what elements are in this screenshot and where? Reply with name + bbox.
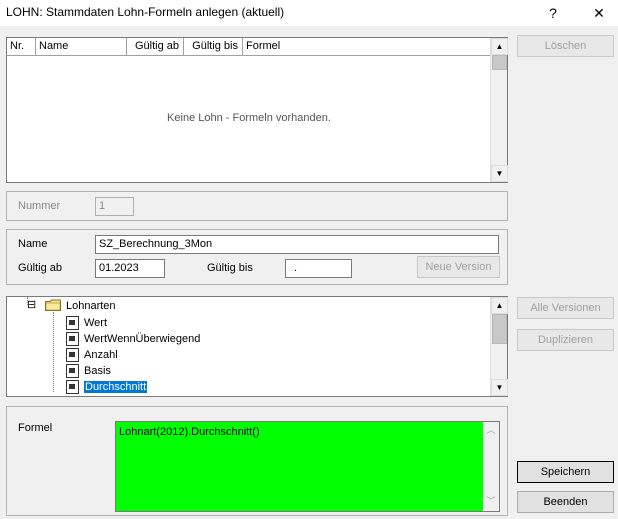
scroll-up-chevron-icon[interactable]: ︿ <box>483 423 499 438</box>
formula-editor[interactable]: Lohnart(2012).Durchschnitt() ︿ ﹀ <box>115 421 500 512</box>
formula-scrollbar[interactable]: ︿ ﹀ <box>483 422 499 511</box>
close-dialog-button[interactable]: Beenden <box>517 491 614 513</box>
window-title: LOHN: Stammdaten Lohn-Formeln anlegen (a… <box>6 5 285 19</box>
tree-item[interactable]: Basis <box>66 363 111 379</box>
tree-root-lohnarten[interactable]: Lohnarten <box>66 298 116 314</box>
gueltig-bis-field[interactable]: . <box>285 259 352 278</box>
scroll-up-arrow-icon[interactable]: ▲ <box>491 38 508 55</box>
all-versions-button[interactable]: Alle Versionen <box>517 297 614 319</box>
gueltig-ab-label: Gültig ab <box>18 262 63 274</box>
tree-item[interactable]: Wert <box>66 315 107 331</box>
column-header-gueltig-ab[interactable]: Gültig ab <box>127 38 184 56</box>
column-header-gueltig-bis[interactable]: Gültig bis <box>184 38 243 56</box>
nummer-field[interactable]: 1 <box>95 197 134 216</box>
formel-label: Formel <box>18 422 53 434</box>
column-header-name[interactable]: Name <box>36 38 127 56</box>
nummer-label: Nummer <box>18 200 61 212</box>
folder-icon <box>45 299 61 311</box>
name-label: Name <box>18 238 48 250</box>
tree-item[interactable]: WertWennÜberwiegend <box>66 331 200 347</box>
save-button[interactable]: Speichern <box>517 461 614 483</box>
empty-list-message: Keine Lohn - Formeln vorhanden. <box>167 112 331 124</box>
new-version-button[interactable]: Neue Version <box>417 256 500 278</box>
lohnarten-tree[interactable]: ⊟ Lohnarten Wert WertWennÜberwiegend Anz… <box>6 296 508 397</box>
column-header-nr[interactable]: Nr. <box>7 38 36 56</box>
help-button[interactable]: ? <box>543 3 563 23</box>
list-scrollbar[interactable]: ▲ ▼ <box>490 38 508 182</box>
tree-expander-icon[interactable]: ⊟ <box>27 300 36 311</box>
close-button[interactable]: ✕ <box>589 3 609 23</box>
scroll-down-chevron-icon[interactable]: ﹀ <box>483 494 499 509</box>
formula-doc-icon <box>66 348 79 363</box>
formula-doc-icon <box>66 316 79 331</box>
tree-scrollbar[interactable]: ▲ ▼ <box>490 297 508 396</box>
duplicate-button[interactable]: Duplizieren <box>517 329 614 351</box>
scroll-thumb[interactable] <box>492 314 507 344</box>
tree-item[interactable]: Anzahl <box>66 347 118 363</box>
formula-list[interactable]: Nr. Name Gültig ab Gültig bis Formel Kei… <box>6 37 508 183</box>
delete-button[interactable]: Löschen <box>517 35 614 57</box>
gueltig-bis-label: Gültig bis <box>207 262 253 274</box>
nummer-group <box>6 191 508 221</box>
formula-doc-icon <box>66 332 79 347</box>
scroll-up-arrow-icon[interactable]: ▲ <box>491 297 508 314</box>
name-field[interactable]: SZ_Berechnung_3Mon <box>95 235 499 254</box>
scroll-down-arrow-icon[interactable]: ▼ <box>491 379 508 396</box>
formula-text: Lohnart(2012).Durchschnitt() <box>119 426 260 438</box>
gueltig-ab-field[interactable]: 01.2023 <box>95 259 165 278</box>
formula-doc-icon <box>66 380 79 395</box>
tree-item-selected[interactable]: Durchschnitt <box>66 379 148 395</box>
formula-doc-icon <box>66 364 79 379</box>
scroll-thumb[interactable] <box>492 55 507 70</box>
column-header-formel[interactable]: Formel <box>243 38 491 56</box>
scroll-down-arrow-icon[interactable]: ▼ <box>491 165 508 182</box>
